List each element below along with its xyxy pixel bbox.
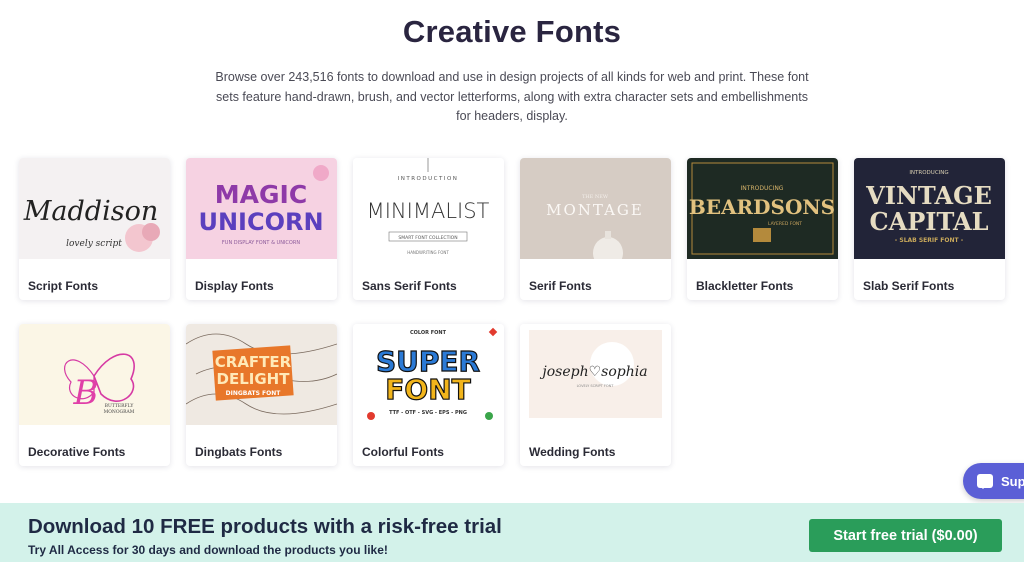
svg-text:B: B xyxy=(73,373,99,413)
svg-text:CRAFTER: CRAFTER xyxy=(215,353,292,371)
svg-text:MONOGRAM: MONOGRAM xyxy=(104,409,135,415)
svg-text:FONT: FONT xyxy=(385,373,470,406)
svg-text:COLOR FONT: COLOR FONT xyxy=(410,330,447,336)
category-label: Serif Fonts xyxy=(529,279,592,293)
category-label: Display Fonts xyxy=(195,279,274,293)
svg-text:LOVELY SCRIPT FONT: LOVELY SCRIPT FONT xyxy=(577,384,615,388)
category-label: Dingbats Fonts xyxy=(195,445,283,459)
svg-text:LAYERED FONT: LAYERED FONT xyxy=(768,221,802,227)
svg-text:SMART FONT COLLECTION: SMART FONT COLLECTION xyxy=(398,235,457,241)
category-label: Script Fonts xyxy=(28,279,99,293)
support-chat-label: Sup xyxy=(1001,473,1024,489)
svg-text:MONTAGE: MONTAGE xyxy=(546,201,644,219)
svg-text:FUN DISPLAY FONT & UNICORN: FUN DISPLAY FONT & UNICORN xyxy=(222,240,300,246)
category-card-slab-serif[interactable]: INTRODUCING VINTAGE CAPITAL - SLAB SERIF… xyxy=(854,158,1005,300)
category-label: Slab Serif Fonts xyxy=(863,279,955,293)
category-card-script[interactable]: Maddison lovely script Script Fonts xyxy=(19,158,170,300)
svg-text:THE NEW: THE NEW xyxy=(582,194,609,200)
category-card-serif[interactable]: THE NEW MONTAGE Serif Fonts xyxy=(520,158,671,300)
decorative-fonts-thumbnail: B BUTTERFLY MONOGRAM xyxy=(19,324,170,425)
display-fonts-thumbnail: MAGIC UNICORN FUN DISPLAY FONT & UNICORN xyxy=(186,158,337,259)
category-card-blackletter[interactable]: INTRODUCING BEARDSONS LAYERED FONT Black… xyxy=(687,158,838,300)
category-label: Wedding Fonts xyxy=(529,445,616,459)
svg-text:- SLAB SERIF FONT -: - SLAB SERIF FONT - xyxy=(895,237,964,244)
start-free-trial-button[interactable]: Start free trial ($0.00) xyxy=(809,519,1002,552)
svg-text:INTRODUCING: INTRODUCING xyxy=(909,170,948,176)
category-card-display[interactable]: MAGIC UNICORN FUN DISPLAY FONT & UNICORN… xyxy=(186,158,337,300)
svg-text:DINGBATS FONT: DINGBATS FONT xyxy=(226,390,282,397)
svg-text:INTRODUCING: INTRODUCING xyxy=(741,185,784,192)
category-card-decorative[interactable]: B BUTTERFLY MONOGRAM Decorative Fonts xyxy=(19,324,170,466)
page-title: Creative Fonts xyxy=(402,14,622,49)
serif-fonts-thumbnail: THE NEW MONTAGE xyxy=(520,158,671,259)
colorful-fonts-thumbnail: COLOR FONT SUPER FONT TTF - OTF - SVG - … xyxy=(353,324,504,425)
category-label: Sans Serif Fonts xyxy=(362,279,457,293)
category-label: Decorative Fonts xyxy=(28,445,126,459)
page-description: Browse over 243,516 fonts to download an… xyxy=(215,70,809,123)
script-fonts-thumbnail: Maddison lovely script xyxy=(19,158,170,259)
promo-banner: Download 10 FREE products with a risk-fr… xyxy=(0,503,1024,562)
sans-serif-fonts-thumbnail: INTRODUCTION MINIMALIST SMART FONT COLLE… xyxy=(353,158,504,259)
svg-text:INTRODUCTION: INTRODUCTION xyxy=(398,176,459,182)
svg-text:MAGIC: MAGIC xyxy=(215,180,307,209)
category-card-sans-serif[interactable]: INTRODUCTION MINIMALIST SMART FONT COLLE… xyxy=(353,158,504,300)
svg-text:HANDWRITING FONT: HANDWRITING FONT xyxy=(407,250,449,255)
svg-text:Maddison: Maddison xyxy=(23,196,158,227)
support-chat-button[interactable]: Sup xyxy=(963,463,1024,499)
svg-text:BUTTERFLY: BUTTERFLY xyxy=(105,403,135,409)
svg-text:UNICORN: UNICORN xyxy=(198,208,323,236)
dingbats-fonts-thumbnail: CRAFTER DELIGHT DINGBATS FONT xyxy=(186,324,337,425)
svg-text:BEARDSONS: BEARDSONS xyxy=(689,195,835,219)
svg-text:VINTAGE: VINTAGE xyxy=(865,181,992,210)
blackletter-fonts-thumbnail: INTRODUCING BEARDSONS LAYERED FONT xyxy=(687,158,838,259)
slab-serif-fonts-thumbnail: INTRODUCING VINTAGE CAPITAL - SLAB SERIF… xyxy=(854,158,1005,259)
category-card-colorful[interactable]: COLOR FONT SUPER FONT TTF - OTF - SVG - … xyxy=(353,324,504,466)
promo-title: Download 10 FREE products with a risk-fr… xyxy=(28,515,502,538)
svg-text:lovely script: lovely script xyxy=(66,239,122,249)
svg-text:joseph♡sophia: joseph♡sophia xyxy=(539,364,647,380)
category-label: Colorful Fonts xyxy=(362,445,444,459)
category-card-wedding[interactable]: joseph♡sophia LOVELY SCRIPT FONT Wedding… xyxy=(520,324,671,466)
wedding-fonts-thumbnail: joseph♡sophia LOVELY SCRIPT FONT xyxy=(520,324,671,425)
category-card-dingbats[interactable]: CRAFTER DELIGHT DINGBATS FONT Dingbats F… xyxy=(186,324,337,466)
svg-text:DELIGHT: DELIGHT xyxy=(217,370,291,388)
svg-text:MINIMALIST: MINIMALIST xyxy=(367,199,490,223)
promo-subtitle: Try All Access for 30 days and download … xyxy=(28,543,388,557)
svg-text:CAPITAL: CAPITAL xyxy=(869,207,988,236)
chat-icon xyxy=(977,474,993,489)
category-label: Blackletter Fonts xyxy=(696,279,794,293)
svg-text:TTF - OTF - SVG - EPS - PNG: TTF - OTF - SVG - EPS - PNG xyxy=(389,410,467,416)
